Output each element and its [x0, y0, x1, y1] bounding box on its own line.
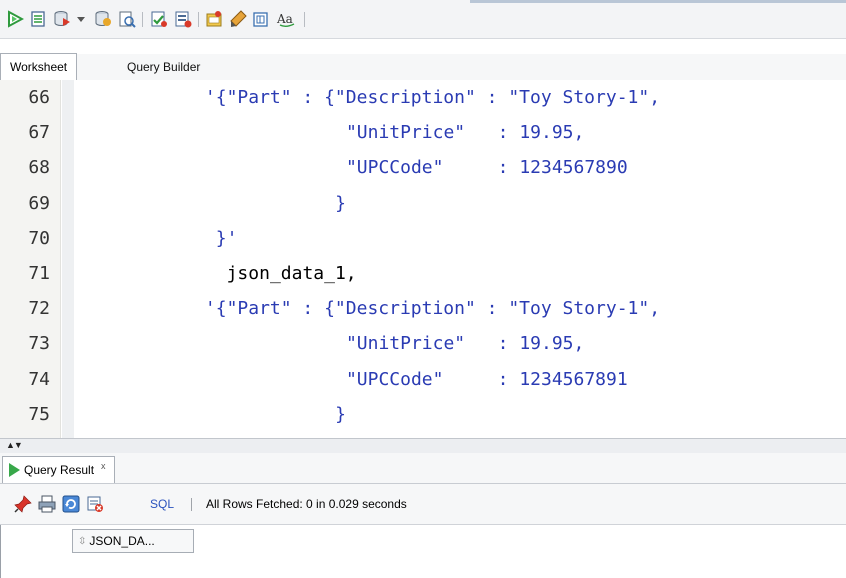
code-line: 72 '{"Part" : {"Description" : "Toy Story… [0, 291, 846, 326]
tab-worksheet[interactable]: Worksheet [0, 53, 78, 80]
result-toolbar: SQL All Rows Fetched: 0 in 0.029 seconds [0, 484, 846, 525]
editor-tab-strip: Worksheet Query Builder [0, 53, 846, 81]
refresh-icon[interactable] [62, 495, 80, 513]
find-icon[interactable] [252, 10, 270, 28]
line-number: 73 [28, 333, 50, 355]
line-number: 70 [28, 227, 50, 249]
autotrace-icon[interactable] [150, 10, 168, 28]
fetch-status-text: All Rows Fetched: 0 in 0.029 seconds [206, 497, 407, 511]
code-line: 71 json_data_1, [0, 256, 846, 291]
panel-splitter[interactable]: ▲▼ [0, 438, 846, 454]
sort-icon: ⇳ [78, 535, 87, 547]
sql-link[interactable]: SQL [150, 497, 174, 511]
line-number: 71 [28, 263, 50, 284]
line-number: 75 [28, 403, 50, 425]
dropdown-arrow-icon[interactable] [76, 10, 86, 28]
grid-left-border [0, 525, 1, 578]
tab-query-result[interactable]: Query Result x [2, 456, 115, 483]
line-number: 67 [28, 122, 50, 144]
cancel-query-icon[interactable] [86, 495, 104, 513]
format-case-icon[interactable]: Aa [276, 10, 298, 28]
code-line: 67 "UnitPrice" : 19.95, [0, 115, 846, 150]
result-grid: ⇳ JSON_DA... [0, 525, 846, 578]
column-header-label: JSON_DA... [89, 534, 155, 548]
code-text: '{"Part" : {"Description" : "Toy Story-1… [204, 87, 661, 108]
pin-icon[interactable] [14, 495, 32, 513]
code-text: "UPCCode" : 1234567891 [345, 368, 628, 390]
sql-code-editor[interactable]: 66 '{"Part" : {"Description" : "Toy Story… [0, 80, 846, 438]
rollback-icon[interactable] [94, 10, 112, 28]
print-icon[interactable] [38, 495, 56, 513]
line-number: 68 [28, 157, 50, 179]
worksheet-toolbar: Aa [0, 0, 846, 39]
code-text: } [335, 192, 346, 214]
code-line: 75} [0, 397, 846, 432]
result-tab-strip: Query Result x [0, 453, 846, 484]
line-number: 66 [28, 87, 50, 108]
run-result-icon [9, 463, 20, 477]
column-header-json-data[interactable]: ⇳ JSON_DA... [72, 529, 194, 553]
run-statement-icon[interactable] [6, 10, 24, 28]
line-number: 72 [28, 298, 50, 320]
code-line: 70 }' [0, 221, 846, 256]
run-script-icon[interactable] [29, 10, 47, 28]
toolbar-separator [304, 12, 305, 27]
code-line: 69} [0, 186, 846, 221]
code-line: 68 "UPCCode" : 1234567890 [0, 150, 846, 185]
close-icon[interactable]: x [101, 461, 106, 471]
explain-plan-icon[interactable] [118, 10, 136, 28]
code-text: } [335, 403, 346, 425]
code-line: 66 '{"Part" : {"Description" : "Toy Story… [0, 80, 846, 115]
code-line: 73 "UnitPrice" : 19.95, [0, 326, 846, 361]
toolbar-separator [142, 12, 143, 27]
line-number: 74 [28, 368, 50, 390]
commit-icon[interactable] [53, 10, 71, 28]
clear-icon[interactable] [229, 10, 247, 28]
code-text: "UnitPrice" : 19.95, [345, 333, 585, 355]
code-text: "UPCCode" : 1234567890 [345, 157, 628, 179]
toolbar-separator [198, 12, 199, 27]
toolbar-accent-strip [470, 0, 846, 3]
svg-text:Aa: Aa [276, 12, 293, 26]
sql-tuning-icon[interactable] [174, 10, 192, 28]
code-text: json_data_1, [226, 263, 357, 284]
code-text: '{"Part" : {"Description" : "Toy Story-1… [204, 298, 661, 320]
tab-query-builder[interactable]: Query Builder [118, 54, 209, 79]
line-number: 69 [28, 192, 50, 214]
code-line: 74 "UPCCode" : 1234567891 [0, 362, 846, 397]
collapse-arrows-icon[interactable]: ▲▼ [6, 440, 23, 450]
query-result-label: Query Result [24, 463, 95, 477]
toolbar-separator [191, 498, 192, 511]
code-text: "UnitPrice" : 19.95, [345, 122, 585, 144]
code-text: }' [215, 227, 238, 249]
sql-history-icon[interactable] [205, 10, 223, 28]
